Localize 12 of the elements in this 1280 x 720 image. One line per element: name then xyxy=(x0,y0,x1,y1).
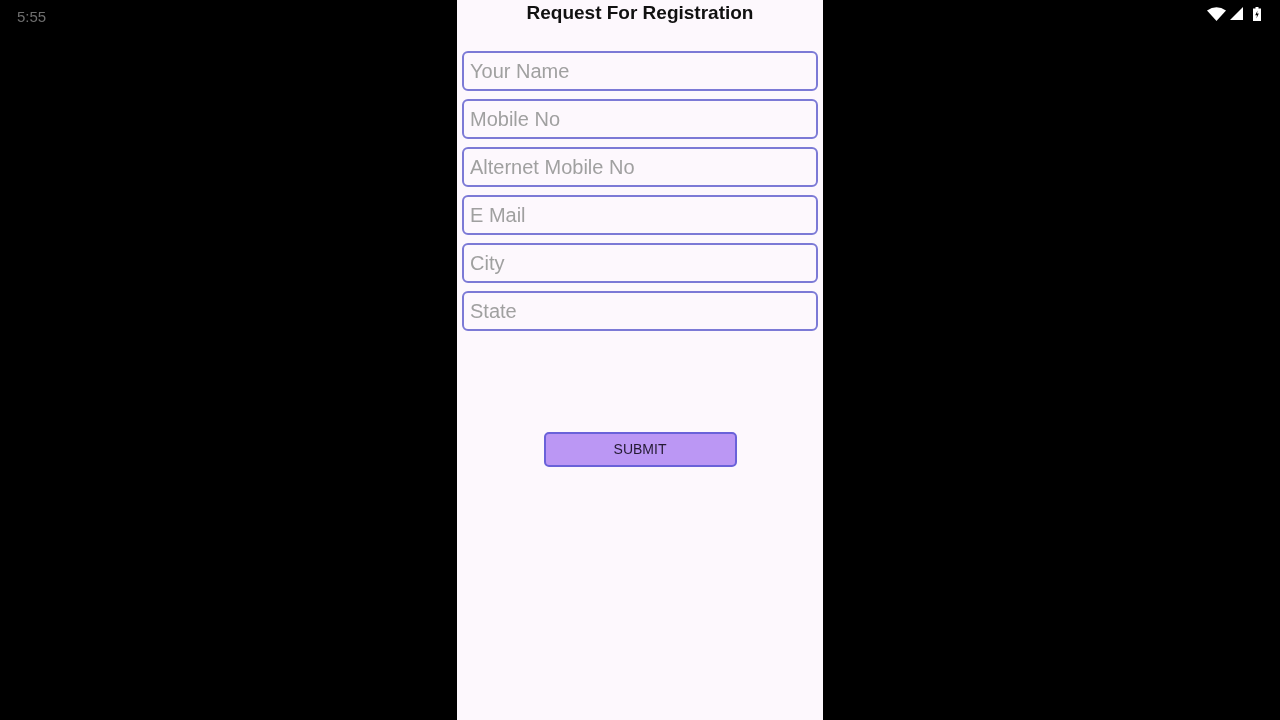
text-input-field[interactable]: State xyxy=(462,291,818,331)
signal-icon xyxy=(1230,7,1243,20)
text-input-field[interactable]: City xyxy=(462,243,818,283)
wifi-icon xyxy=(1207,7,1226,21)
screen-title: Request For Registration xyxy=(526,1,754,25)
status-time: 5:55 xyxy=(17,8,47,25)
text-input-field[interactable]: Mobile No xyxy=(462,99,818,139)
text-input-field[interactable]: E Mail xyxy=(462,195,818,235)
text-input-field[interactable]: Alternet Mobile No xyxy=(462,147,818,187)
submit-button[interactable]: SUBMIT xyxy=(543,432,737,467)
text-input-field[interactable]: Your Name xyxy=(462,51,818,91)
battery-charging-icon xyxy=(1253,7,1261,21)
